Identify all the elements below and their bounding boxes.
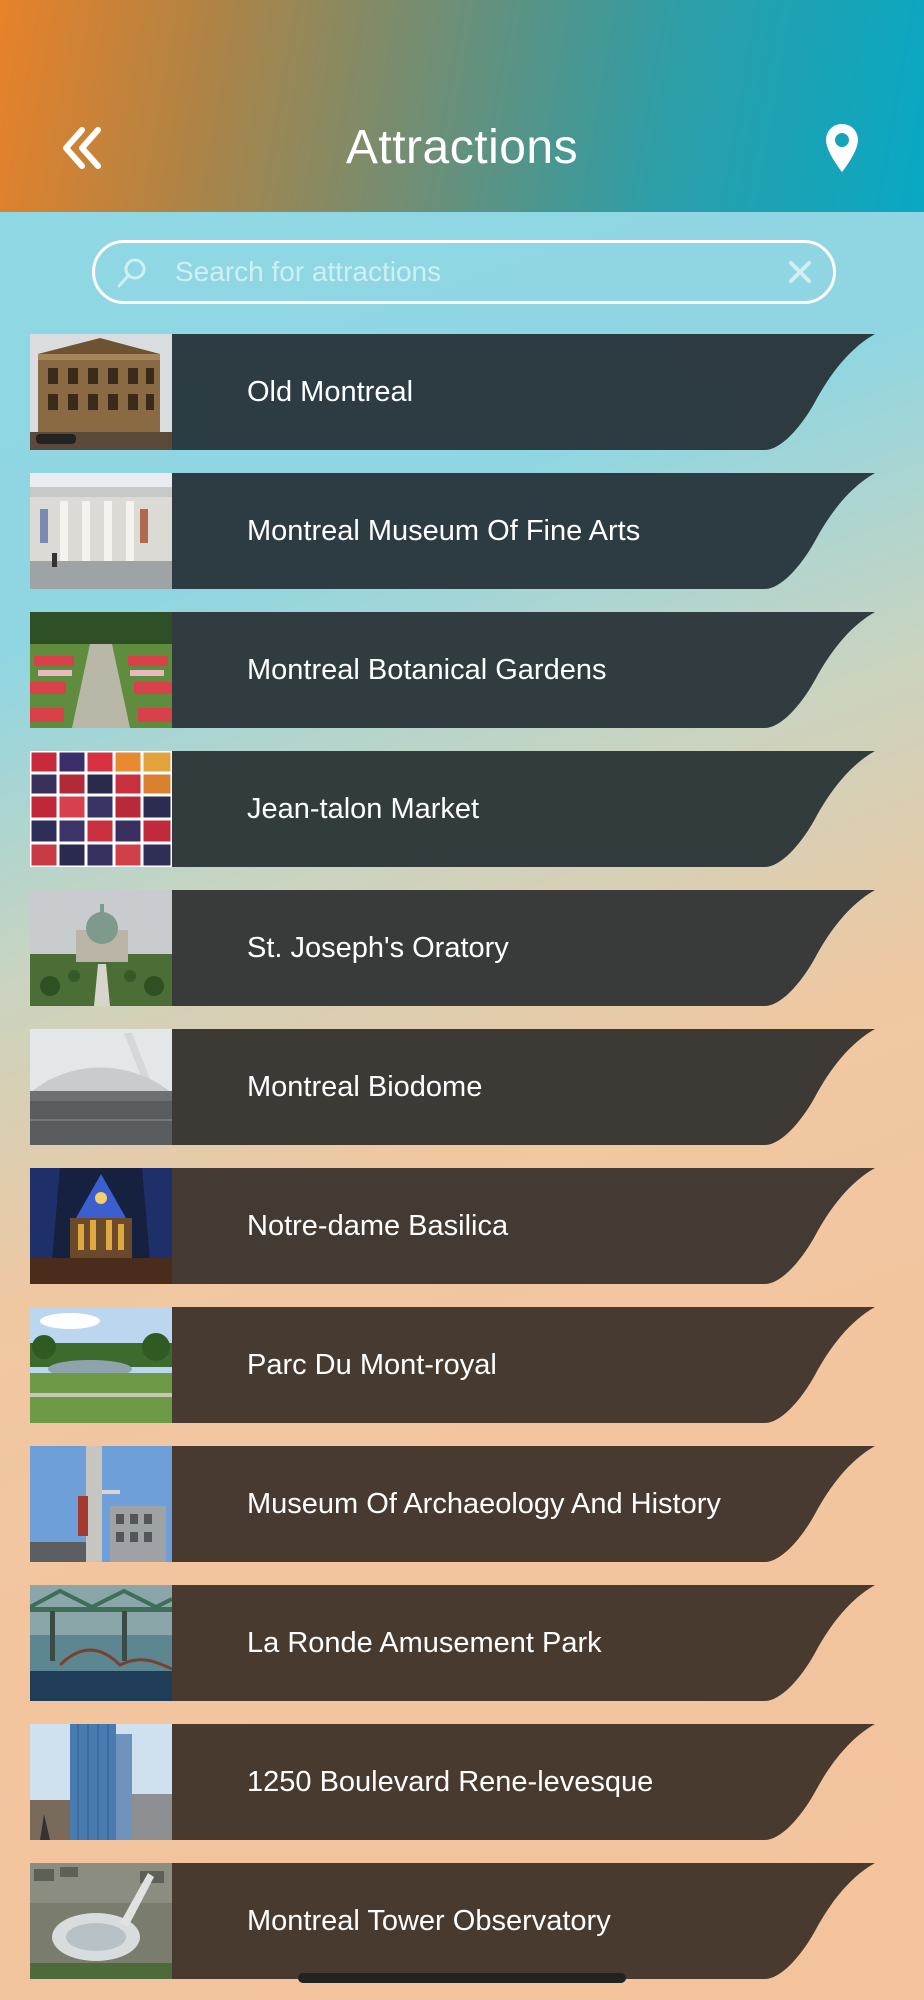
double-chevron-left-icon: [63, 127, 101, 169]
list-item-montreal-museum-of-fine-arts[interactable]: Montreal Museum Of Fine Arts: [30, 473, 892, 589]
attraction-label: Notre-dame Basilica: [247, 1210, 509, 1242]
basilica-interior-thumbnail: [30, 1168, 172, 1284]
list-item-1250-boulevard-rene-levesque[interactable]: 1250 Boulevard Rene-levesque: [30, 1724, 892, 1840]
location-button[interactable]: [812, 116, 872, 180]
list-item-jean-talon-market[interactable]: Jean-talon Market: [30, 751, 892, 867]
skyscraper-thumbnail: [30, 1724, 172, 1840]
museum-columns-thumbnail: [30, 473, 172, 589]
attraction-label: Jean-talon Market: [247, 793, 480, 825]
biodome-thumbnail: [30, 1029, 172, 1145]
attraction-label: Parc Du Mont-royal: [247, 1349, 497, 1381]
olympic-stadium-thumbnail: [30, 1863, 172, 1979]
stone-building-thumbnail: [30, 334, 172, 450]
attraction-label: Museum Of Archaeology And History: [247, 1488, 721, 1520]
archaeology-museum-thumbnail: [30, 1446, 172, 1562]
attraction-label: 1250 Boulevard Rene-levesque: [247, 1766, 654, 1798]
map-pin-icon: [826, 124, 858, 172]
flower-garden-thumbnail: [30, 612, 172, 728]
list-item-montreal-tower-observatory[interactable]: Montreal Tower Observatory: [30, 1863, 892, 1979]
list-item-old-montreal[interactable]: Old Montreal: [30, 334, 892, 450]
list-item-notre-dame-basilica[interactable]: Notre-dame Basilica: [30, 1168, 892, 1284]
attraction-label: La Ronde Amusement Park: [247, 1627, 602, 1659]
list-item-st-josephs-oratory[interactable]: St. Joseph's Oratory: [30, 890, 892, 1006]
page-title: Attractions: [345, 121, 579, 174]
list-item-montreal-biodome[interactable]: Montreal Biodome: [30, 1029, 892, 1145]
list-item-museum-of-archaeology-and-history[interactable]: Museum Of Archaeology And History: [30, 1446, 892, 1562]
list-item-parc-du-mont-royal[interactable]: Parc Du Mont-royal: [30, 1307, 892, 1423]
list-item-la-ronde-amusement-park[interactable]: La Ronde Amusement Park: [30, 1585, 892, 1701]
home-indicator[interactable]: [298, 1973, 626, 1983]
attraction-label: Montreal Museum Of Fine Arts: [247, 515, 641, 547]
app-screen: Attractions Search for attractions Old M…: [0, 0, 924, 2000]
attraction-label: Montreal Tower Observatory: [247, 1905, 611, 1937]
close-icon[interactable]: [785, 257, 815, 287]
header-bar: Attractions: [0, 0, 924, 212]
back-button[interactable]: [52, 118, 112, 178]
search-bar: [92, 240, 836, 304]
attractions-list: Old Montreal Montreal Museum Of Fine Art…: [30, 334, 892, 2000]
park-lake-thumbnail: [30, 1307, 172, 1423]
domed-oratory-thumbnail: [30, 890, 172, 1006]
search-input[interactable]: [175, 243, 735, 301]
bridge-thumbnail: [30, 1585, 172, 1701]
attraction-label: St. Joseph's Oratory: [247, 932, 509, 964]
attraction-label: Montreal Biodome: [247, 1071, 483, 1103]
list-item-montreal-botanical-gardens[interactable]: Montreal Botanical Gardens: [30, 612, 892, 728]
attraction-label: Montreal Botanical Gardens: [247, 654, 607, 686]
attraction-label: Old Montreal: [247, 376, 414, 408]
fruit-market-thumbnail: [30, 751, 172, 867]
search-icon: [117, 258, 146, 288]
